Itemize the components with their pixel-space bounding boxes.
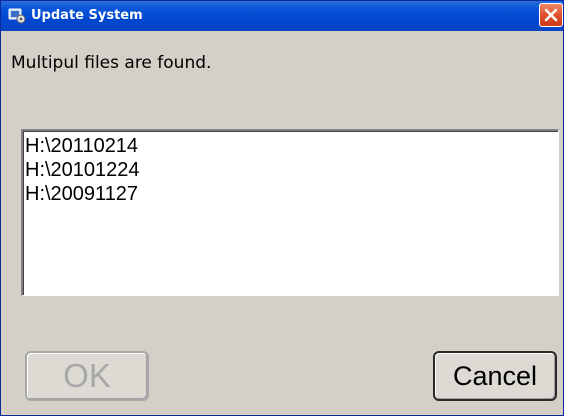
message-text: Multipul files are found. bbox=[11, 53, 212, 73]
list-item[interactable]: H:\20110214 bbox=[25, 134, 558, 158]
cancel-button[interactable]: Cancel bbox=[433, 351, 557, 401]
update-system-dialog: Update System Multipul files are found. … bbox=[0, 0, 564, 416]
close-icon bbox=[544, 8, 558, 22]
list-item[interactable]: H:\20091127 bbox=[25, 182, 558, 206]
close-button[interactable] bbox=[539, 3, 563, 27]
title-bar[interactable]: Update System bbox=[1, 1, 563, 31]
list-item[interactable]: H:\20101224 bbox=[25, 158, 558, 182]
window-title: Update System bbox=[31, 8, 143, 23]
ok-button[interactable]: OK bbox=[25, 351, 149, 401]
update-system-icon bbox=[8, 8, 26, 24]
file-list[interactable]: H:\20110214 H:\20101224 H:\20091127 bbox=[21, 129, 559, 296]
